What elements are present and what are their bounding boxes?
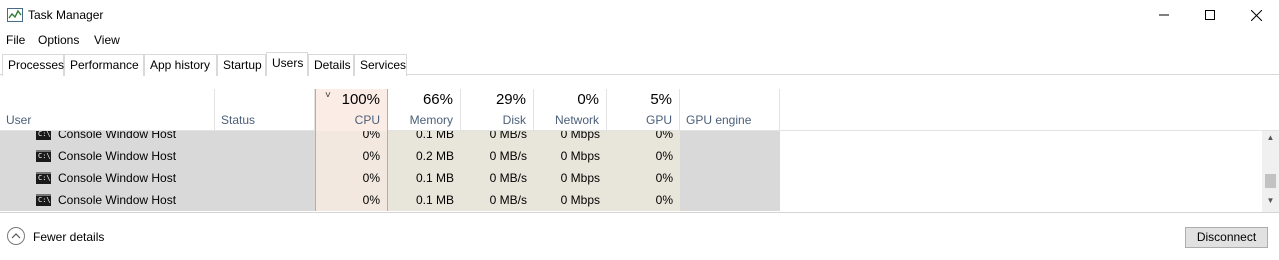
header-gpu-percent: 5% xyxy=(650,91,672,108)
row-bg-user: C:\ Console Window Host xyxy=(0,167,315,189)
table-row[interactable]: C:\ Console Window Host 0% 0.1 MB 0 MB/s… xyxy=(0,131,1262,145)
sort-descending-icon: ˅ xyxy=(325,90,331,101)
header-disk-percent: 29% xyxy=(495,91,526,108)
scrollbar-thumb[interactable] xyxy=(1265,174,1276,188)
header-gpu[interactable]: 5% GPU xyxy=(607,89,680,131)
network-cell: 0 Mbps xyxy=(534,145,607,167)
network-cell: 0 Mbps xyxy=(534,189,607,211)
memory-cell: 0.1 MB xyxy=(388,189,461,211)
header-disk-label: Disk xyxy=(502,113,526,127)
menu-options[interactable]: Options xyxy=(38,33,79,47)
menu-file[interactable]: File xyxy=(6,33,25,47)
header-cpu-label: CPU xyxy=(354,113,380,127)
header-cpu-percent: 100% xyxy=(341,91,380,108)
vertical-scrollbar[interactable]: ▲ ▼ xyxy=(1262,131,1279,212)
disk-cell: 0 MB/s xyxy=(461,131,534,145)
header-network-label: Network xyxy=(554,113,599,127)
window-title: Task Manager xyxy=(28,8,104,22)
table-row[interactable]: C:\ Console Window Host 0% 0.1 MB 0 MB/s… xyxy=(0,189,1262,211)
header-status-label: Status xyxy=(221,113,256,127)
header-gpu-engine[interactable]: GPU engine xyxy=(680,89,780,131)
scroll-down-arrow-icon[interactable]: ▼ xyxy=(1262,196,1279,210)
network-cell: 0 Mbps xyxy=(534,167,607,189)
process-list: C:\ Console Window Host 0% 0.1 MB 0 MB/s… xyxy=(0,131,1262,212)
title-bar: Task Manager xyxy=(0,0,1279,30)
tab-details[interactable]: Details xyxy=(308,54,354,76)
header-memory-percent: 66% xyxy=(422,91,453,108)
disk-cell: 0 MB/s xyxy=(461,189,534,211)
table-row[interactable]: C:\ Console Window Host 0% 0.2 MB 0 MB/s… xyxy=(0,145,1262,167)
tab-startup[interactable]: Startup xyxy=(217,54,266,76)
console-icon: C:\ xyxy=(36,194,51,206)
memory-cell: 0.1 MB xyxy=(388,167,461,189)
process-name: Console Window Host xyxy=(58,131,177,141)
header-network[interactable]: 0% Network xyxy=(534,89,607,131)
tab-users[interactable]: Users xyxy=(266,52,308,76)
tab-app-history[interactable]: App history xyxy=(144,54,217,76)
tab-performance[interactable]: Performance xyxy=(64,54,144,76)
gpu-engine-cell xyxy=(680,145,780,167)
gpu-engine-cell xyxy=(680,189,780,211)
disconnect-button[interactable]: Disconnect xyxy=(1185,227,1268,248)
menu-bar: File Options View xyxy=(0,30,1279,50)
gpu-cell: 0% xyxy=(607,145,680,167)
process-name: Console Window Host xyxy=(58,149,177,163)
header-cpu[interactable]: ˅ 100% CPU xyxy=(315,89,388,131)
chevron-up-icon xyxy=(11,233,21,239)
cpu-cell: 0% xyxy=(315,131,388,145)
row-bg-user: C:\ Console Window Host xyxy=(0,131,315,145)
tab-processes[interactable]: Processes xyxy=(2,54,64,76)
fewer-details-link[interactable]: Fewer details xyxy=(33,230,104,244)
header-gpu-label: GPU xyxy=(645,113,672,127)
cpu-cell: 0% xyxy=(315,189,388,211)
disk-cell: 0 MB/s xyxy=(461,167,534,189)
console-icon: C:\ xyxy=(36,172,51,184)
memory-cell: 0.2 MB xyxy=(388,145,461,167)
header-memory-label: Memory xyxy=(409,113,453,127)
console-icon: C:\ xyxy=(36,131,51,140)
minimize-button[interactable] xyxy=(1141,0,1187,30)
close-icon xyxy=(1250,9,1262,21)
header-disk[interactable]: 29% Disk xyxy=(461,89,534,131)
process-name: Console Window Host xyxy=(58,171,177,185)
row-bg-user: C:\ Console Window Host xyxy=(0,145,315,167)
gpu-cell: 0% xyxy=(607,167,680,189)
cpu-cell: 0% xyxy=(315,145,388,167)
network-cell: 0 Mbps xyxy=(534,131,607,145)
header-user[interactable]: User xyxy=(0,89,215,131)
scroll-up-arrow-icon[interactable]: ▲ xyxy=(1262,133,1279,147)
maximize-button[interactable] xyxy=(1187,0,1233,30)
gpu-engine-cell xyxy=(680,167,780,189)
footer-bar: Fewer details Disconnect xyxy=(0,212,1279,260)
process-name: Console Window Host xyxy=(58,193,177,207)
header-status[interactable]: Status xyxy=(215,89,315,131)
gpu-cell: 0% xyxy=(607,131,680,145)
task-manager-icon xyxy=(7,8,23,22)
header-user-label: User xyxy=(6,113,32,127)
column-header: User Status ˅ 100% CPU 66% Memory 29% Di… xyxy=(0,89,1279,131)
gpu-cell: 0% xyxy=(607,189,680,211)
close-button[interactable] xyxy=(1233,0,1279,30)
header-gpu-engine-label: GPU engine xyxy=(686,113,752,127)
gpu-engine-cell xyxy=(680,131,780,145)
chevron-up-circle-icon[interactable] xyxy=(7,227,25,245)
row-bg-user: C:\ Console Window Host xyxy=(0,189,315,211)
header-network-percent: 0% xyxy=(577,91,599,108)
tab-services[interactable]: Services xyxy=(354,54,407,76)
table-row[interactable]: C:\ Console Window Host 0% 0.1 MB 0 MB/s… xyxy=(0,167,1262,189)
disk-cell: 0 MB/s xyxy=(461,145,534,167)
cpu-cell: 0% xyxy=(315,167,388,189)
maximize-icon xyxy=(1205,10,1215,20)
minimize-icon xyxy=(1159,14,1169,16)
header-memory[interactable]: 66% Memory xyxy=(388,89,461,131)
menu-view[interactable]: View xyxy=(94,33,120,47)
console-icon: C:\ xyxy=(36,150,51,162)
tab-bar: Processes Performance App history Startu… xyxy=(0,52,1279,76)
memory-cell: 0.1 MB xyxy=(388,131,461,145)
